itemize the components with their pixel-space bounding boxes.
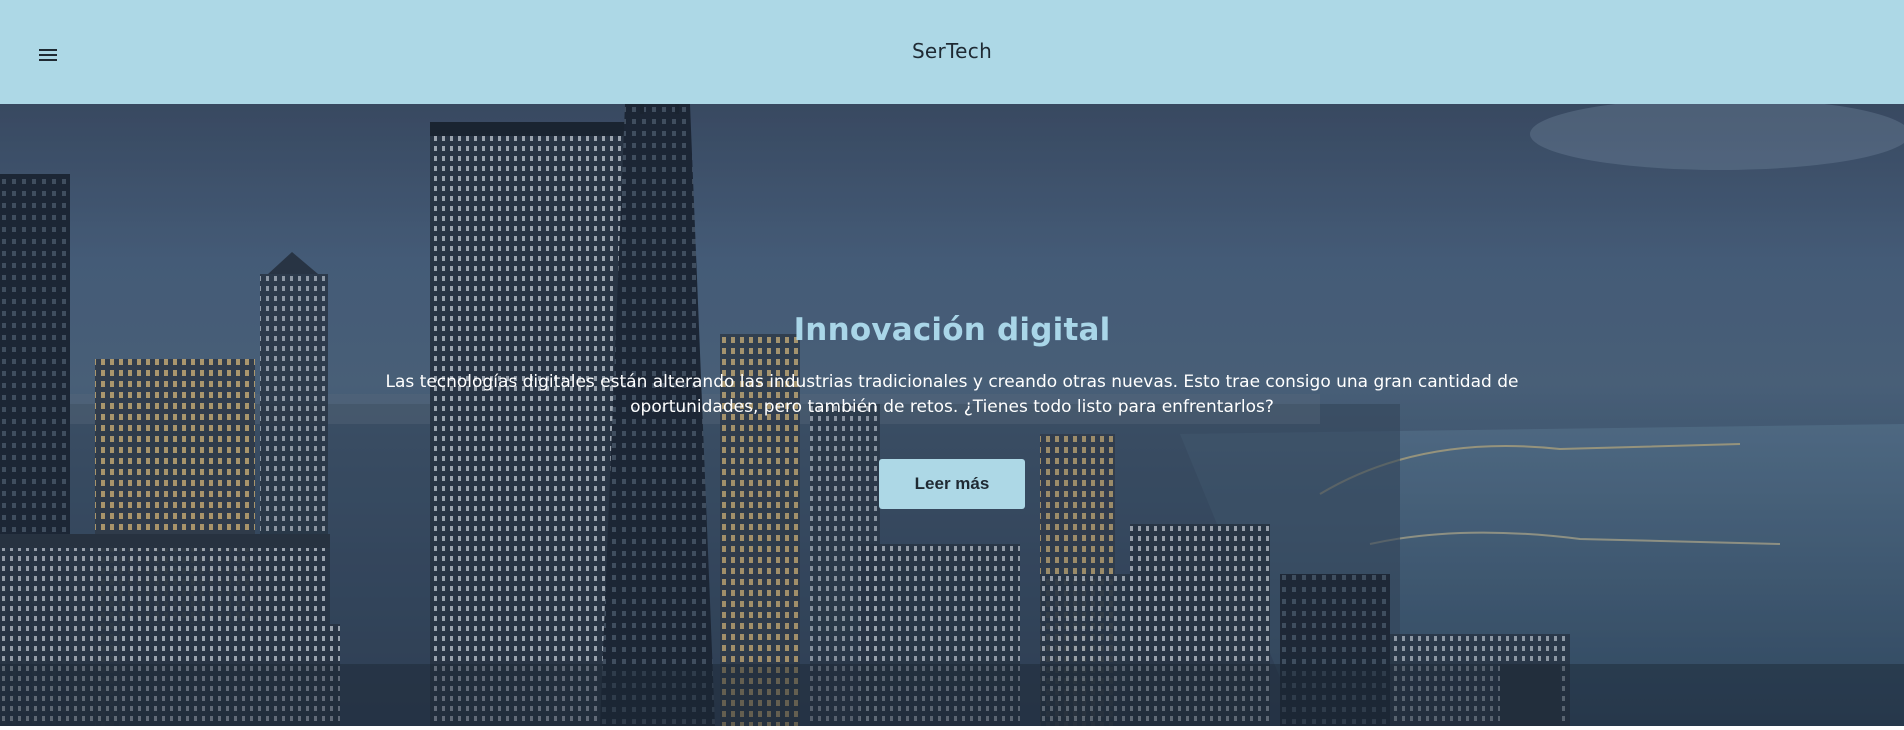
hero-section: Innovación digital Las tecnologías digit… <box>0 104 1904 726</box>
hero-title: Innovación digital <box>793 312 1111 348</box>
hero-description: Las tecnologías digitales están alterand… <box>385 372 1519 417</box>
hero-content: Innovación digital Las tecnologías digit… <box>0 312 1904 509</box>
read-more-button[interactable]: Leer más <box>879 459 1025 509</box>
page-bottom-edge <box>0 726 1904 730</box>
brand-logo-text[interactable]: SerTech <box>912 39 992 63</box>
menu-button[interactable] <box>36 44 62 66</box>
site-header: SerTech <box>0 0 1904 104</box>
